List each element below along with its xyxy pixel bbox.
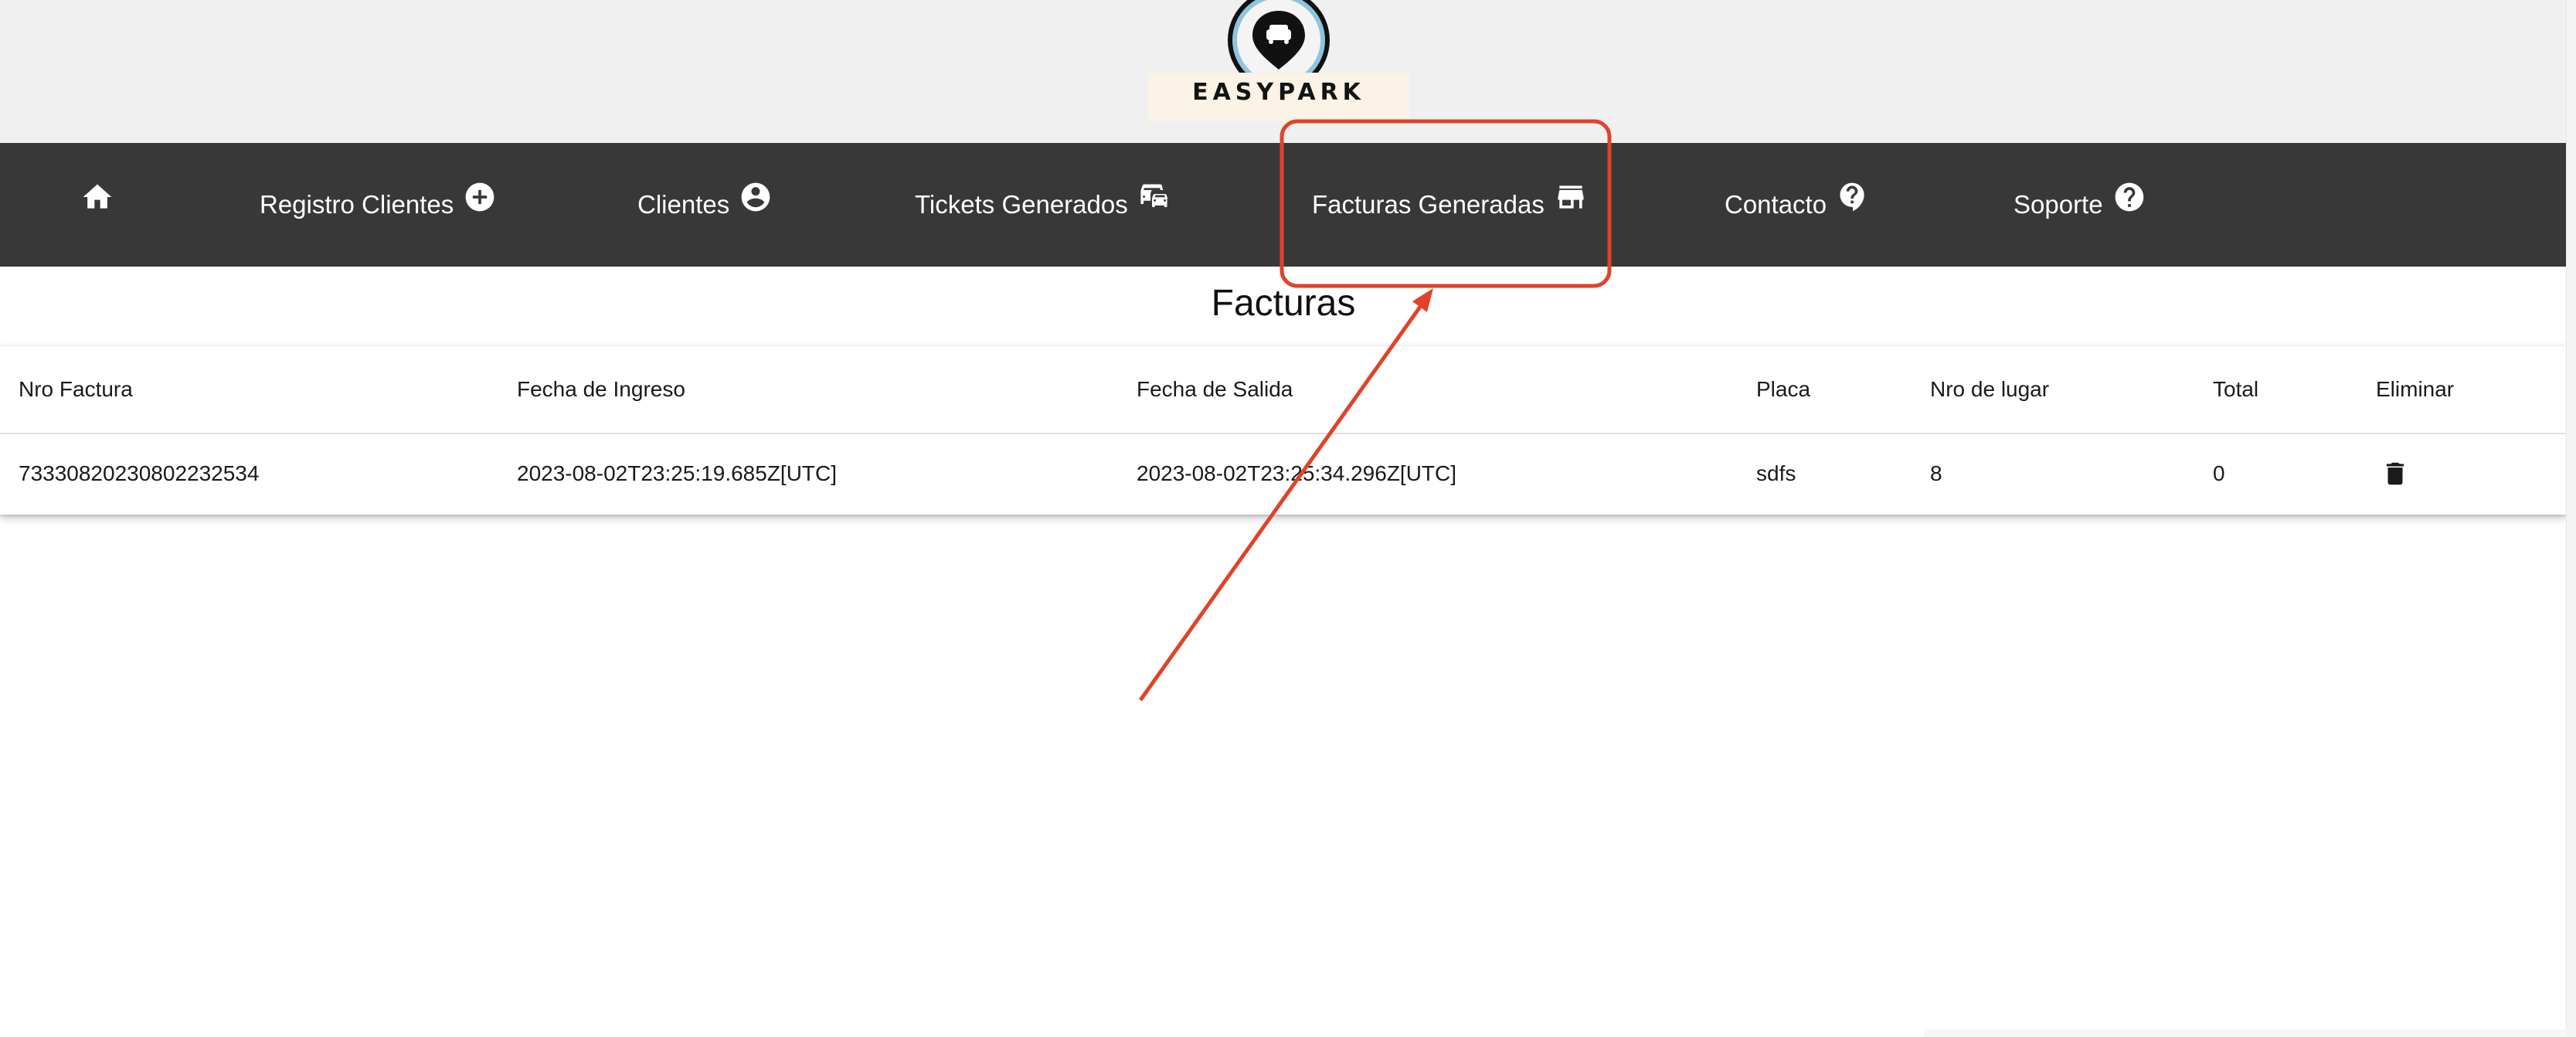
- cell-fecha-ingreso: 2023-08-02T23:25:19.685Z[UTC]: [517, 461, 838, 485]
- help-bubble-icon: [1836, 180, 1870, 214]
- page-title: Facturas: [1211, 283, 1356, 324]
- table-header-row: Nro Factura Fecha de Ingreso Fecha de Sa…: [0, 346, 2567, 434]
- home-icon: [80, 180, 114, 214]
- table-row: 73330820230802232534 2023-08-02T23:25:19…: [0, 433, 2567, 515]
- column-header-placa: Placa: [1756, 377, 1811, 401]
- column-header-nro-lugar: Nro de lugar: [1930, 377, 2050, 401]
- column-header-fecha-ingreso: Fecha de Ingreso: [517, 377, 685, 401]
- add-circle-icon: [463, 180, 497, 214]
- nav-clientes-label: Clientes: [637, 190, 730, 219]
- account-circle-icon: [739, 180, 773, 214]
- cars-icon: [1137, 180, 1171, 214]
- column-header-fecha-salida: Fecha de Salida: [1137, 377, 1293, 401]
- column-header-eliminar: Eliminar: [2376, 377, 2455, 401]
- nav-registro-clientes-label: Registro Clientes: [260, 190, 454, 219]
- delete-button[interactable]: [2381, 433, 2410, 515]
- easypark-logo[interactable]: EASYPARK: [1148, 0, 1409, 122]
- column-header-nro-factura: Nro Factura: [19, 377, 133, 401]
- nav-facturas-generadas-label: Facturas Generadas: [1312, 190, 1545, 219]
- page-scrollbar[interactable]: [2566, 0, 2576, 1037]
- nav-tickets-generados-label: Tickets Generados: [915, 190, 1128, 219]
- cell-fecha-salida: 2023-08-02T23:25:34.296Z[UTC]: [1137, 461, 1457, 485]
- nav-registro-clientes[interactable]: Registro Clientes: [260, 143, 497, 267]
- page: EASYPARK Registro Clientes Clientes Tick…: [0, 0, 2576, 1037]
- nav-contacto[interactable]: Contacto: [1725, 143, 1870, 267]
- navbar: Registro Clientes Clientes Tickets Gener…: [0, 143, 2567, 267]
- nav-home[interactable]: [80, 143, 114, 267]
- nav-tickets-generados[interactable]: Tickets Generados: [915, 143, 1171, 267]
- cell-nro-lugar: 8: [1930, 461, 1942, 485]
- column-header-total: Total: [2213, 377, 2259, 401]
- nav-soporte-label: Soporte: [2014, 190, 2103, 219]
- nav-soporte[interactable]: Soporte: [2014, 143, 2146, 267]
- nav-contacto-label: Contacto: [1725, 190, 1827, 219]
- cell-nro-factura: 73330820230802232534: [19, 461, 260, 485]
- car-pin-icon: [1228, 0, 1330, 73]
- cell-total: 0: [2213, 461, 2225, 485]
- nav-clientes[interactable]: Clientes: [637, 143, 773, 267]
- facturas-table: Nro Factura Fecha de Ingreso Fecha de Sa…: [0, 346, 2567, 515]
- cell-placa: sdfs: [1756, 461, 1796, 485]
- top-header: EASYPARK: [0, 0, 2567, 143]
- bottom-edge: [1924, 1029, 2567, 1037]
- trash-icon[interactable]: [2381, 457, 2410, 490]
- store-icon: [1554, 180, 1588, 214]
- brand-name: EASYPARK: [1192, 79, 1365, 106]
- help-circle-icon: [2112, 180, 2146, 214]
- nav-facturas-generadas[interactable]: Facturas Generadas: [1312, 143, 1588, 267]
